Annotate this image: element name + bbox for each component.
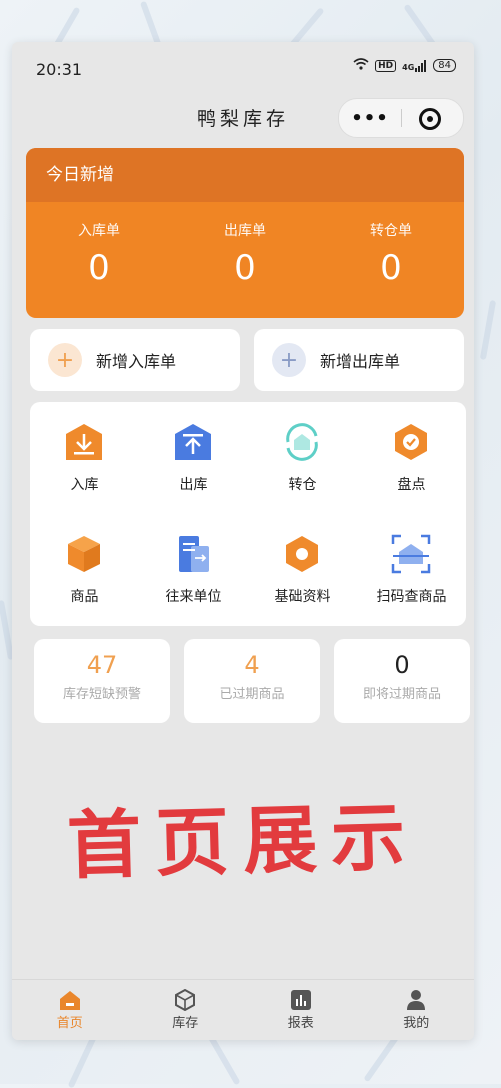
grid-item-scan[interactable]: 扫码查商品: [357, 514, 466, 614]
mini-program-capsule: •••: [338, 98, 464, 138]
user-icon: [359, 988, 475, 1012]
inbound-icon: [62, 420, 106, 464]
today-outbound-count[interactable]: 出库单 0: [172, 202, 318, 318]
background-leaf: [479, 299, 497, 361]
grid-item-inbound[interactable]: 入库: [30, 402, 139, 502]
today-inbound-count[interactable]: 入库单 0: [26, 202, 172, 318]
add-outbound-label: 新增出库单: [320, 352, 401, 371]
tab-reports[interactable]: 报表: [243, 980, 359, 1040]
transfer-icon: [280, 420, 324, 464]
signal-icon: 4G: [402, 59, 427, 72]
stat-value: 47: [86, 651, 118, 679]
more-menu-button[interactable]: •••: [339, 99, 401, 137]
close-target-icon[interactable]: [419, 108, 441, 130]
grid-item-label: 入库: [70, 477, 99, 493]
today-item-value: 0: [88, 248, 110, 288]
add-outbound-button[interactable]: + 新增出库单: [254, 329, 464, 391]
stat-value: 0: [394, 651, 410, 679]
grid-item-label: 转仓: [288, 477, 317, 493]
today-transfer-count[interactable]: 转仓单 0: [318, 202, 464, 318]
stat-label: 库存短缺预警: [62, 687, 141, 702]
plus-icon: +: [272, 343, 306, 377]
battery-indicator: 84: [433, 59, 456, 72]
function-grid: 入库 出库 转仓 盘点 商品 往来单位 基础资料 扫码查商品: [30, 402, 466, 626]
grid-item-partner[interactable]: 往来单位: [139, 514, 248, 614]
bottom-tab-bar: 首页 库存 报表 我的: [12, 979, 474, 1040]
grid-item-label: 出库: [179, 477, 208, 493]
grid-item-label: 往来单位: [165, 589, 222, 605]
stat-value: 4: [244, 651, 260, 679]
homepage-banner-text: 首页展示: [66, 794, 421, 890]
grid-item-product[interactable]: 商品: [30, 514, 139, 614]
product-icon: [62, 532, 106, 576]
today-new-card: 今日新增 入库单 0 出库单 0 转仓单 0: [26, 148, 464, 318]
grid-item-transfer[interactable]: 转仓: [248, 402, 357, 502]
stat-expired[interactable]: 4 已过期商品: [184, 639, 320, 723]
today-item-value: 0: [234, 248, 256, 288]
grid-item-label: 基础资料: [274, 589, 331, 605]
tab-label: 报表: [287, 1016, 314, 1031]
scan-icon: [389, 532, 433, 576]
home-icon: [12, 988, 128, 1012]
partner-icon: [171, 532, 215, 576]
stat-expiring-soon[interactable]: 0 即将过期商品: [334, 639, 470, 723]
tab-label: 我的: [403, 1016, 430, 1031]
basic-data-icon: [280, 532, 324, 576]
background-leaf: [67, 1031, 99, 1088]
today-item-label: 转仓单: [370, 223, 412, 239]
grid-item-basic-data[interactable]: 基础资料: [248, 514, 357, 614]
plus-icon: +: [48, 343, 82, 377]
phone-screen: 20:31 HD 4G 84 鸭梨库存 ••• 今日新增 入库单 0 出库单 0…: [12, 42, 474, 1040]
grid-item-outbound[interactable]: 出库: [139, 402, 248, 502]
status-bar: 20:31 HD 4G 84: [12, 42, 474, 94]
inventory-icon: [128, 988, 244, 1012]
grid-item-label: 商品: [70, 589, 99, 605]
add-inbound-button[interactable]: + 新增入库单: [30, 329, 240, 391]
status-icons: HD 4G 84: [353, 58, 456, 73]
report-chart-icon: [243, 988, 359, 1012]
stat-stock-shortage[interactable]: 47 库存短缺预警: [34, 639, 170, 723]
title-bar: 鸭梨库存 •••: [12, 94, 474, 144]
grid-item-stocktake[interactable]: 盘点: [357, 402, 466, 502]
today-item-label: 入库单: [78, 223, 120, 239]
hd-badge: HD: [375, 59, 397, 72]
capsule-divider: [401, 109, 402, 127]
stat-label: 已过期商品: [219, 687, 285, 702]
tab-home[interactable]: 首页: [12, 980, 128, 1040]
today-new-title: 今日新增: [26, 148, 464, 202]
tab-label: 库存: [172, 1016, 199, 1031]
tab-profile[interactable]: 我的: [359, 980, 475, 1040]
status-time: 20:31: [36, 60, 83, 79]
outbound-icon: [171, 420, 215, 464]
stocktake-icon: [389, 420, 433, 464]
stat-label: 即将过期商品: [362, 687, 441, 702]
wifi-icon: [353, 58, 369, 73]
grid-item-label: 扫码查商品: [376, 589, 447, 605]
tab-label: 首页: [56, 1016, 83, 1031]
add-inbound-label: 新增入库单: [96, 352, 177, 371]
today-item-label: 出库单: [224, 223, 266, 239]
tab-inventory[interactable]: 库存: [128, 980, 244, 1040]
today-item-value: 0: [380, 248, 402, 288]
grid-item-label: 盘点: [397, 477, 426, 493]
